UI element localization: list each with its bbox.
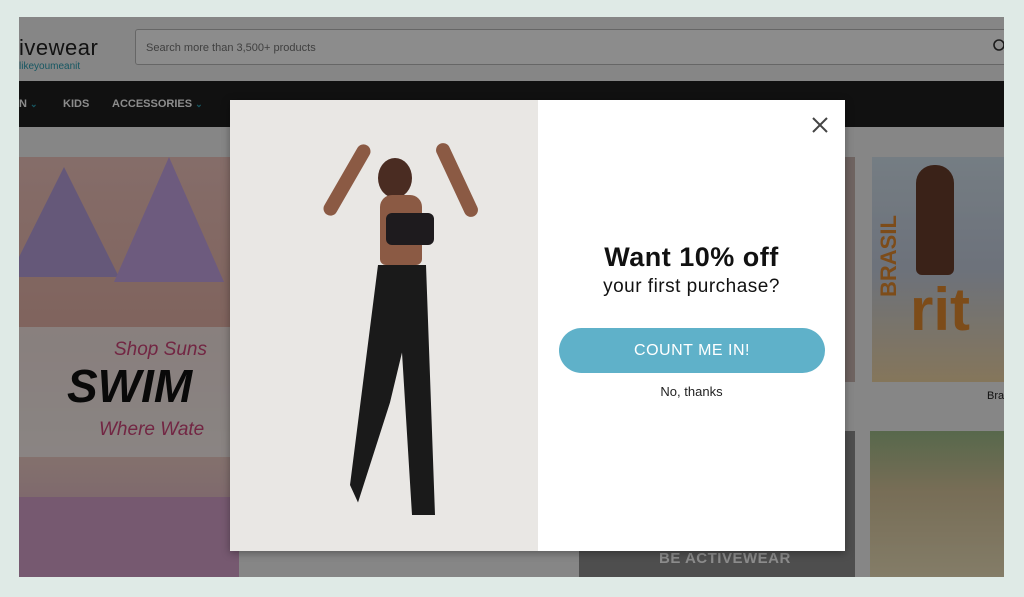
- popup-subline: your first purchase?: [603, 276, 780, 297]
- model-figure: [320, 141, 374, 219]
- discount-popup: Want 10% off your first purchase? COUNT …: [230, 100, 845, 551]
- close-icon[interactable]: [809, 114, 831, 136]
- no-thanks-link[interactable]: No, thanks: [538, 384, 845, 399]
- popup-photo: [230, 100, 538, 551]
- count-me-in-button[interactable]: COUNT ME IN!: [559, 328, 825, 373]
- model-figure: [386, 213, 434, 245]
- model-figure: [433, 140, 481, 220]
- browser-page: ivewear likeyoumeanit N⌄ KIDS ACCESSORIE…: [19, 17, 1004, 577]
- model-figure: [378, 158, 412, 198]
- popup-headline: Want 10% off: [604, 242, 779, 272]
- model-figure: [350, 265, 435, 515]
